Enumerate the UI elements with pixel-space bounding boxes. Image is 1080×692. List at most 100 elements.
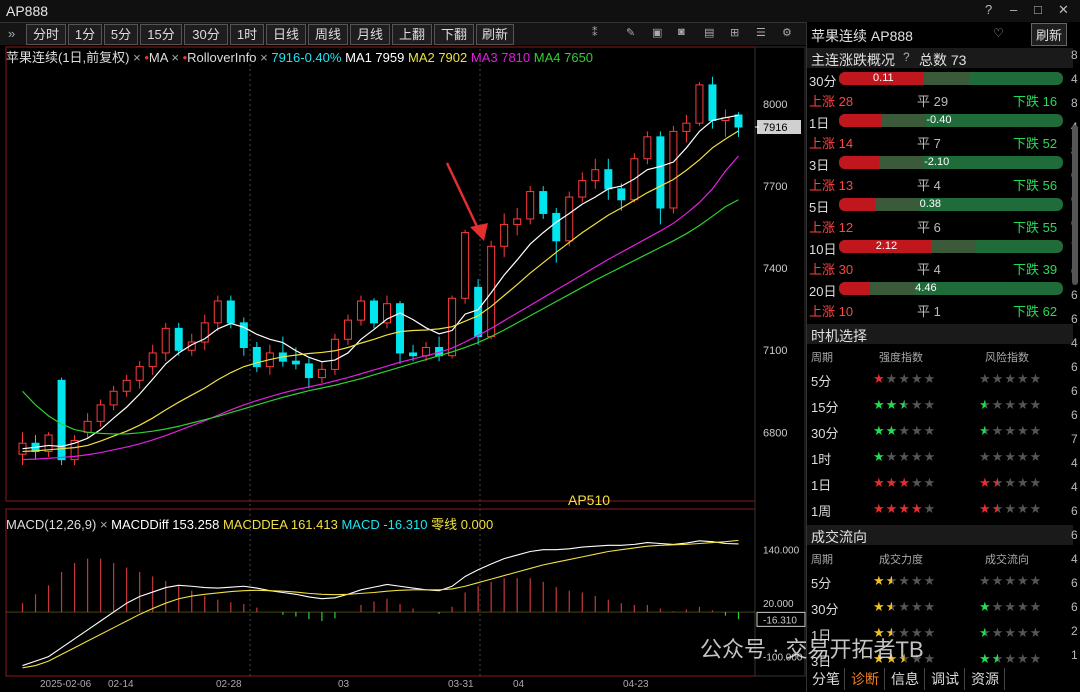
star-rating: ★★★★★ [979, 573, 1043, 588]
edge-digit: 4 [1071, 480, 1078, 494]
timing-row[interactable]: 1日 ★★★★★ ★★★★★ [807, 471, 1073, 495]
period-button-15m[interactable]: 15分 [140, 24, 182, 45]
star-rating: ★★★★★ [979, 599, 1043, 614]
price-axis-label: 6800 [763, 427, 787, 439]
flow-col-period: 周期 [811, 554, 833, 566]
timing-row[interactable]: 1周 ★★★★★ ★★★★★ [807, 497, 1073, 521]
heart-icon[interactable]: ♡ [993, 26, 1004, 40]
flow-col-strength: 成交力度 [879, 554, 923, 566]
price-axis-label: 7400 [763, 263, 787, 275]
refresh-button[interactable]: 刷新 [476, 24, 514, 45]
price-chart[interactable]: 8000 7916 7700 7400 7100 6800 140.000 20.000 -16… [0, 45, 806, 692]
star-rating: ★★★★★ [873, 599, 937, 614]
camera-icon[interactable]: ◙ [678, 26, 685, 38]
period-button-5m[interactable]: 5分 [104, 24, 138, 45]
overview-period: 20日 [809, 284, 837, 299]
layout-icon[interactable]: ▤ [704, 26, 714, 39]
overview-row[interactable]: 5日 0.38 上涨 12 平 6 下跌 55 [807, 196, 1073, 236]
date-axis-label: 02-28 [216, 679, 242, 690]
candle-body [109, 390, 118, 406]
macd-legend: MACD(12,26,9) × MACDDiff 153.258 MACDDEA… [6, 517, 494, 532]
info-icon[interactable]: ? [903, 50, 910, 64]
date-axis-label: 04-23 [623, 679, 649, 690]
chart-toolbar: » 分时 1分 5分 15分 30分 1时 日线 周线 月线 上翻 下翻 刷新 … [0, 23, 806, 45]
candle-body [643, 136, 652, 160]
flow-row[interactable]: 30分 ★★★★★ ★★★★★ [807, 595, 1073, 619]
price-axis-label: 7100 [763, 345, 787, 357]
overview-down-count: 下跌 16 [1013, 94, 1058, 109]
timing-row-period: 1日 [811, 478, 832, 493]
overview-row[interactable]: 1日 -0.40 上涨 14 平 7 下跌 52 [807, 112, 1073, 152]
timing-row[interactable]: 30分 ★★★★★ ★★★★★ [807, 419, 1073, 443]
overview-bar-up [839, 156, 880, 169]
tab-resources[interactable]: 资源 [966, 668, 1005, 690]
macd-legend-diff: MACDDiff 153.258 [111, 517, 220, 532]
macd-plot-frame [5, 508, 756, 677]
star-rating: ★★★★★ [873, 371, 937, 386]
timing-row[interactable]: 5分 ★★★★★ ★★★★★ [807, 367, 1073, 391]
flow-row[interactable]: 5分 ★★★★★ ★★★★★ [807, 569, 1073, 593]
section-timing-title: 时机选择 [811, 328, 867, 344]
minimize-icon[interactable]: – [1010, 2, 1017, 17]
overview-row[interactable]: 30分 0.11 上涨 28 平 29 下跌 16 [807, 70, 1073, 110]
vertical-scrollbar[interactable] [1070, 45, 1080, 305]
edge-digit: 6 [1071, 528, 1078, 542]
candle-body [291, 360, 300, 365]
star-rating: ★★★★★ [979, 475, 1043, 490]
timing-col-period: 周期 [811, 352, 833, 364]
timing-row[interactable]: 1时 ★★★★★ ★★★★★ [807, 445, 1073, 469]
section-overview-total: 总数 73 [919, 52, 967, 68]
section-timing-header: 时机选择 [807, 324, 1073, 344]
overview-row[interactable]: 20日 4.46 上涨 10 平 1 下跌 62 [807, 280, 1073, 320]
maximize-icon[interactable]: □ [1034, 2, 1042, 17]
overview-row[interactable]: 10日 2.12 上涨 30 平 4 下跌 39 [807, 238, 1073, 278]
period-button-tick[interactable]: 分时 [26, 24, 66, 45]
tab-diagnosis[interactable]: 诊断 [846, 668, 885, 690]
edge-digit: 4 [1071, 552, 1078, 566]
period-button-daily[interactable]: 日线 [266, 24, 306, 45]
grid-icon[interactable]: ⊞ [730, 26, 739, 39]
candle-body [356, 300, 365, 321]
legend-ma-tag[interactable]: MA [149, 50, 168, 65]
period-button-1h[interactable]: 1时 [230, 24, 264, 45]
legend-rollover-tag[interactable]: RolloverInfo [187, 50, 256, 65]
period-button-1m[interactable]: 1分 [68, 24, 102, 45]
timing-row[interactable]: 15分 ★★★★★ ★★★★★ [807, 393, 1073, 417]
candle-body [695, 84, 704, 124]
list-icon[interactable]: ☰ [756, 26, 766, 39]
edge-digit: 6 [1071, 600, 1078, 614]
help-icon[interactable]: ? [985, 2, 992, 17]
period-button-monthly[interactable]: 月线 [350, 24, 390, 45]
overview-row[interactable]: 3日 -2.10 上涨 13 平 4 下跌 56 [807, 154, 1073, 194]
period-button-weekly[interactable]: 周线 [308, 24, 348, 45]
template-icon[interactable]: ▣ [652, 26, 662, 39]
star-rating: ★★★★★ [873, 475, 937, 490]
candle-body [83, 420, 92, 433]
tab-ticks[interactable]: 分笔 [808, 668, 845, 690]
chart-panel[interactable]: 8000 7916 7700 7400 7100 6800 140.000 20.000 -16… [0, 45, 806, 692]
overview-flat-count: 平 6 [917, 220, 941, 235]
close-icon[interactable]: ✕ [1058, 2, 1069, 18]
macd-axis-label: 20.000 [763, 599, 794, 610]
scrollbar-thumb[interactable] [1072, 125, 1078, 285]
annotation-arrow [445, 162, 483, 236]
candle-body [708, 84, 717, 121]
legend-price: 7916-0.40% [271, 50, 342, 65]
axis-icon[interactable]: ⁑ [592, 26, 598, 39]
macd-axis-label: 140.000 [763, 546, 800, 557]
candle-body [174, 327, 183, 351]
right-refresh-button[interactable]: 刷新 [1031, 23, 1068, 46]
legend-ma2: MA2 7902 [407, 50, 468, 65]
tab-debug[interactable]: 调试 [926, 668, 965, 690]
overview-period: 1日 [809, 116, 830, 131]
draw-icon[interactable]: ✎ [626, 26, 635, 39]
page-up-button[interactable]: 上翻 [392, 24, 432, 45]
candle-body [409, 352, 418, 357]
expand-icon[interactable]: » [8, 26, 15, 41]
overview-down-count: 下跌 55 [1013, 220, 1058, 235]
page-down-button[interactable]: 下翻 [434, 24, 474, 45]
period-button-30m[interactable]: 30分 [184, 24, 228, 45]
star-rating: ★★★★★ [979, 371, 1043, 386]
tab-info[interactable]: 信息 [886, 668, 925, 690]
settings-icon[interactable]: ⚙ [782, 26, 792, 39]
